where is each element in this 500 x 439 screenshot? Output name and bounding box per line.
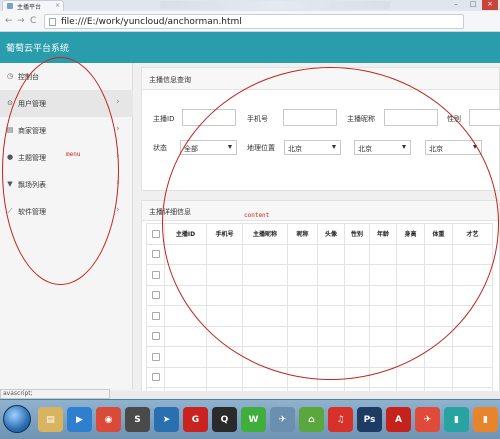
explorer-icon[interactable]: ▤ — [38, 407, 63, 432]
content-annotation-label: content — [244, 212, 270, 219]
chrome-icon[interactable]: ◉ — [96, 407, 121, 432]
forward-icon[interactable]: → — [17, 16, 25, 26]
chevron-right-icon: › — [116, 205, 120, 215]
reload-icon[interactable]: C — [30, 16, 36, 26]
flat-app-2-icon[interactable]: ▮ — [473, 407, 498, 432]
checkbox[interactable] — [151, 352, 160, 361]
url-text: file:///E:/work/yuncloud/anchorman.html — [61, 17, 242, 27]
status-bar: avascript; — [0, 389, 110, 399]
table-cell — [164, 325, 207, 347]
row-checkbox-cell[interactable] — [146, 243, 165, 265]
table-cell — [164, 366, 207, 388]
red-app-icon[interactable]: ✈ — [415, 407, 440, 432]
gender-input[interactable] — [469, 109, 500, 126]
app-title: 葡萄云平台系统 — [6, 44, 70, 54]
table-cell — [452, 325, 493, 347]
checkbox[interactable] — [151, 311, 160, 320]
chevron-right-icon: › — [116, 124, 120, 134]
row-checkbox-cell[interactable] — [146, 284, 165, 306]
row-checkbox-cell[interactable] — [146, 264, 165, 286]
tab-title: 主播平台 — [17, 4, 42, 11]
table-cell — [452, 366, 493, 388]
menu-annotation-ellipse — [2, 57, 119, 285]
chevron-right-icon: › — [116, 97, 120, 107]
query-panel-title: 主播信息查询 — [149, 76, 191, 84]
browser-tab[interactable]: 主播平台 × — [2, 0, 64, 11]
checkbox[interactable] — [151, 270, 160, 279]
close-button[interactable]: × — [482, 0, 498, 10]
blurred-tab-strip — [160, 1, 390, 9]
row-checkbox-cell[interactable] — [146, 325, 165, 347]
browser-navbar: ← → C file:///E:/work/yuncloud/anchorman… — [0, 11, 500, 32]
netease-music-icon[interactable]: ♫ — [328, 407, 353, 432]
status-label: 状态 — [153, 144, 167, 152]
anchor-id-label: 主播ID — [153, 115, 175, 123]
sublime-icon[interactable]: S — [125, 407, 150, 432]
browser-titlebar: 主播平台 × – □ × — [0, 0, 500, 11]
row-checkbox-cell[interactable] — [146, 305, 165, 327]
minimize-button[interactable]: – — [448, 0, 464, 10]
qq-icon[interactable]: Q — [212, 407, 237, 432]
pdf-icon[interactable]: A — [386, 407, 411, 432]
table-cell — [164, 346, 207, 368]
row-checkbox-cell[interactable] — [146, 366, 165, 388]
content-annotation-ellipse — [162, 67, 499, 380]
home-icon[interactable]: ⌂ — [299, 407, 324, 432]
app-header: 葡萄云平台系统 — [0, 32, 500, 63]
table-cell — [424, 366, 453, 388]
dashboard-icon: ◷ — [6, 72, 14, 80]
tab-close-icon[interactable]: × — [55, 2, 60, 9]
back-icon[interactable]: ← — [5, 16, 13, 26]
favicon-icon — [7, 3, 13, 9]
media-player-icon[interactable]: ▶ — [67, 407, 92, 432]
checkbox[interactable] — [151, 373, 160, 382]
table-cell — [452, 346, 493, 368]
network-icon[interactable]: ✈ — [270, 407, 295, 432]
photoshop-icon[interactable]: Ps — [357, 407, 382, 432]
wechat-icon[interactable]: W — [241, 407, 266, 432]
row-checkbox-cell[interactable] — [146, 346, 165, 368]
checkbox[interactable] — [151, 332, 160, 341]
send-icon[interactable]: ➤ — [154, 407, 179, 432]
maximize-button[interactable]: □ — [465, 0, 481, 10]
checkbox[interactable] — [151, 291, 160, 300]
address-bar[interactable]: file:///E:/work/yuncloud/anchorman.html — [44, 14, 464, 29]
taskbar: ▤ ▶ ◉ S ➤ G Q W ✈ ⌂ ♫ Ps A ✈ ▮ ▮ — [0, 399, 500, 439]
table-cell — [396, 366, 425, 388]
flat-app-icon[interactable]: ▮ — [444, 407, 469, 432]
app-red-icon[interactable]: G — [183, 407, 208, 432]
horizontal-scrollbar[interactable] — [110, 391, 500, 399]
checkbox[interactable] — [151, 229, 160, 238]
start-button[interactable] — [3, 405, 31, 433]
table-cell — [206, 366, 243, 388]
page-icon — [49, 18, 56, 26]
checkbox[interactable] — [151, 250, 160, 259]
menu-annotation-label: menu — [66, 151, 81, 158]
